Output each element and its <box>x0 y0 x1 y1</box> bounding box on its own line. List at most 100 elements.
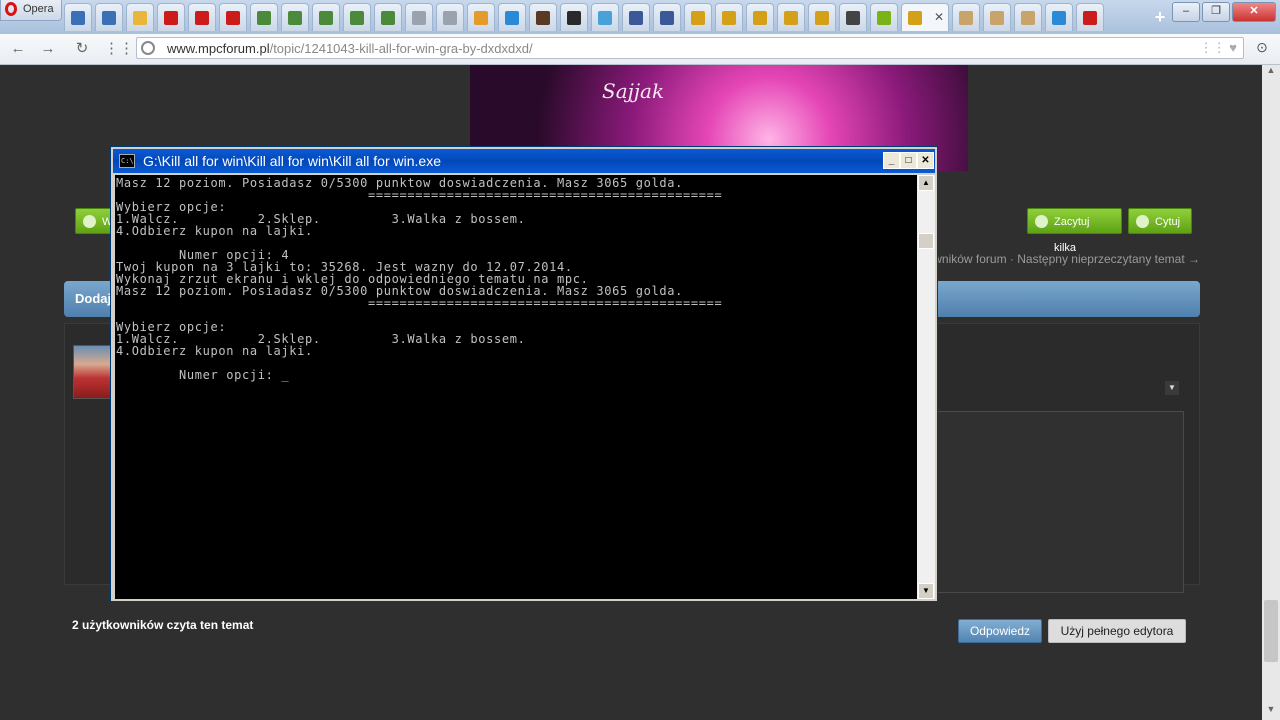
maximize-button[interactable]: ❐ <box>1202 2 1230 22</box>
browser-tab[interactable] <box>622 3 650 31</box>
browser-tab[interactable] <box>653 3 681 31</box>
browser-tab[interactable] <box>281 3 309 31</box>
console-output[interactable]: Masz 12 poziom. Posiadasz 0/5300 punktow… <box>115 175 917 599</box>
browser-tab[interactable] <box>436 3 464 31</box>
browser-tab[interactable] <box>715 3 743 31</box>
clapper-icon <box>815 11 829 25</box>
navigation-bar: ← → ↻ ⋮⋮ www.mpcforum.pl/topic/1241043-k… <box>0 34 1280 65</box>
browser-tab[interactable] <box>1014 3 1042 31</box>
scroll-up-icon[interactable]: ▲ <box>918 175 934 191</box>
console-title-bar[interactable]: C:\ G:\Kill all for win\Kill all for win… <box>113 149 935 173</box>
scroll-up-icon[interactable]: ▲ <box>1262 65 1280 81</box>
skull-icon <box>288 11 302 25</box>
console-scrollbar[interactable]: ▲ ▼ <box>917 175 935 599</box>
console-icon: C:\ <box>119 154 135 168</box>
browser-tab[interactable] <box>64 3 92 31</box>
banner-signature-text: Sajjak <box>602 79 665 103</box>
skull-icon <box>381 11 395 25</box>
browser-tab[interactable] <box>250 3 278 31</box>
b-icon <box>1052 11 1066 25</box>
skull-icon <box>350 11 364 25</box>
browser-tab[interactable] <box>95 3 123 31</box>
scroll-down-icon[interactable]: ▼ <box>918 583 934 599</box>
browser-tab[interactable] <box>157 3 185 31</box>
site-info-icon[interactable] <box>141 41 155 55</box>
browser-tab[interactable] <box>808 3 836 31</box>
back-icon[interactable]: ← <box>8 39 28 59</box>
quote-button[interactable]: Cytuj <box>1128 208 1192 234</box>
left-action-button[interactable]: W <box>75 208 115 234</box>
browser-tab[interactable] <box>560 3 588 31</box>
console-title: G:\Kill all for win\Kill all for win\Kil… <box>143 153 441 169</box>
console-maximize-button[interactable]: □ <box>900 152 917 169</box>
browser-tab[interactable] <box>777 3 805 31</box>
multiquote-label: Zacytuj kilka <box>1054 216 1090 254</box>
opera-menu-button[interactable]: Opera <box>0 0 62 21</box>
browser-tab[interactable] <box>405 3 433 31</box>
a-icon <box>102 11 116 25</box>
browser-tab[interactable] <box>498 3 526 31</box>
browser-tab[interactable] <box>126 3 154 31</box>
topic-navigation-links[interactable]: ytkowników forum · Następny nieprzeczyta… <box>911 252 1200 266</box>
browser-tab[interactable] <box>219 3 247 31</box>
avatar[interactable] <box>73 345 113 399</box>
chevron-down-icon[interactable]: ▼ <box>1165 381 1179 395</box>
window-controls: – ❐ ✕ <box>1170 2 1276 22</box>
browser-tab[interactable] <box>746 3 774 31</box>
console-scroll-thumb[interactable] <box>918 233 934 249</box>
v-icon <box>598 11 612 25</box>
youtube-icon <box>1083 11 1097 25</box>
close-tab-icon[interactable]: ✕ <box>934 10 944 24</box>
browser-tab[interactable] <box>1076 3 1104 31</box>
new-tab-button[interactable]: + <box>1150 7 1170 27</box>
fp-icon <box>877 11 891 25</box>
minimize-button[interactable]: – <box>1172 2 1200 22</box>
browser-tab[interactable] <box>839 3 867 31</box>
clapper-icon <box>784 11 798 25</box>
skull-icon <box>257 11 271 25</box>
forward-icon[interactable]: → <box>38 39 58 59</box>
browser-tab[interactable] <box>870 3 898 31</box>
close-window-button[interactable]: ✕ <box>1232 2 1276 22</box>
browser-tab[interactable] <box>591 3 619 31</box>
console-minimize-button[interactable]: _ <box>883 152 900 169</box>
console-window[interactable]: C:\ G:\Kill all for win\Kill all for win… <box>110 146 938 602</box>
skull-icon <box>319 11 333 25</box>
browser-tab[interactable] <box>1045 3 1073 31</box>
browser-tab[interactable] <box>343 3 371 31</box>
pencil-icon <box>959 11 973 25</box>
browser-tab[interactable] <box>188 3 216 31</box>
browser-tab[interactable] <box>983 3 1011 31</box>
browser-tab[interactable] <box>952 3 980 31</box>
chat-icon <box>474 11 488 25</box>
browser-tab[interactable] <box>374 3 402 31</box>
active-readers-label: 2 użytkowników czyta ten temat <box>72 618 254 632</box>
scrollbar-thumb[interactable] <box>1264 600 1278 662</box>
clapper-icon <box>908 11 922 25</box>
n-icon <box>846 11 860 25</box>
address-bar[interactable]: www.mpcforum.pl/topic/1241043-kill-all-f… <box>136 37 1244 59</box>
submit-reply-button[interactable]: Odpowiedz <box>958 619 1042 643</box>
bookmark-heart-icon[interactable]: ⋮⋮ ♥ <box>1200 40 1237 56</box>
youtube-icon <box>226 11 240 25</box>
tab-list: ✕ <box>64 3 1107 31</box>
scroll-down-icon[interactable]: ▼ <box>1262 704 1280 720</box>
multiquote-button[interactable]: Zacytuj kilka <box>1027 208 1122 254</box>
full-editor-button[interactable]: Użyj pełnego edytora <box>1048 619 1186 643</box>
pencil-icon <box>1021 11 1035 25</box>
browser-tab[interactable] <box>529 3 557 31</box>
reload-icon[interactable]: ↻ <box>72 39 92 59</box>
browser-tab-active[interactable]: ✕ <box>901 3 949 31</box>
browser-tab[interactable] <box>312 3 340 31</box>
page-scrollbar[interactable]: ▲ ▼ <box>1262 65 1280 720</box>
opera-logo-icon <box>5 2 17 16</box>
page-icon <box>83 215 96 228</box>
pencil-icon <box>990 11 1004 25</box>
browser-tab[interactable] <box>684 3 712 31</box>
browser-tab[interactable] <box>467 3 495 31</box>
download-icon[interactable]: ⊙ <box>1252 39 1272 59</box>
opera-menu-label: Opera <box>23 3 54 15</box>
speed-dial-icon[interactable]: ⋮⋮ <box>104 39 134 59</box>
console-close-button[interactable]: ✕ <box>917 152 934 169</box>
youtube-icon <box>164 11 178 25</box>
